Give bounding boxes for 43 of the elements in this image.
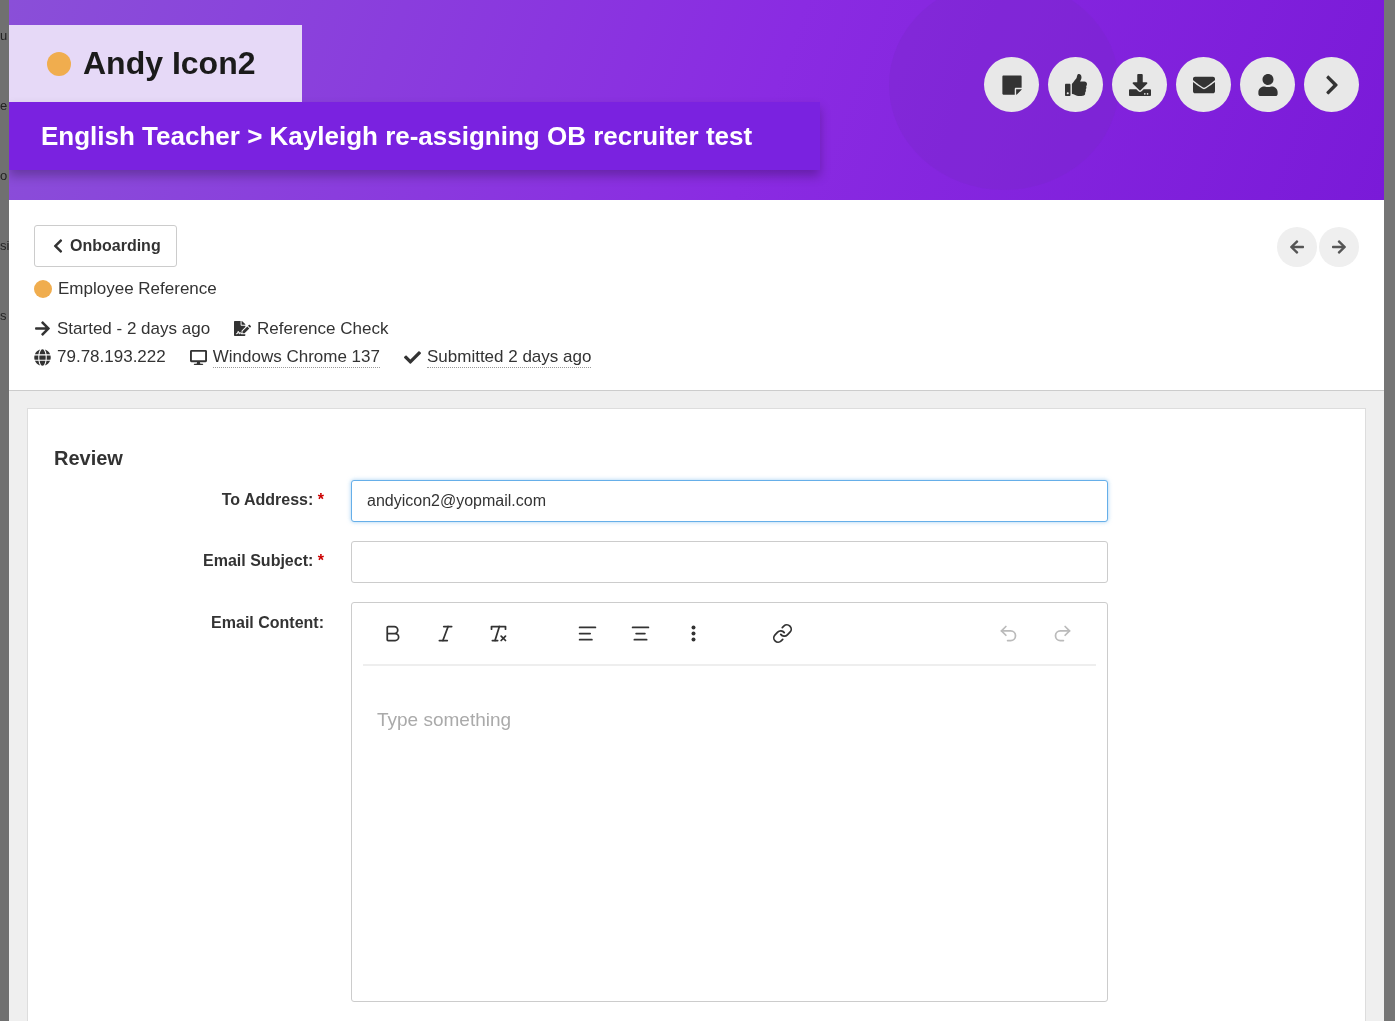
signature-icon bbox=[234, 320, 252, 338]
thumbs-up-icon bbox=[1064, 73, 1087, 96]
field-label: Email Subject: * bbox=[202, 551, 324, 570]
arrow-left-icon bbox=[1289, 238, 1305, 255]
chevron-right-button[interactable] bbox=[1304, 57, 1359, 112]
user-button[interactable] bbox=[1240, 57, 1295, 112]
field-label: Email Content: bbox=[210, 613, 324, 632]
field-label: To Address: * bbox=[220, 490, 324, 509]
status-dot bbox=[47, 51, 71, 76]
note-button[interactable] bbox=[984, 57, 1039, 112]
thumbs-up-button[interactable] bbox=[1048, 57, 1103, 112]
candidate-name: Andy Icon2 bbox=[83, 45, 256, 82]
meta-text: Started - 2 days ago bbox=[57, 318, 211, 339]
user-icon bbox=[1256, 73, 1279, 96]
back-button[interactable]: Onboarding bbox=[34, 224, 177, 267]
text-input[interactable]: andyicon2@yopmail.com bbox=[351, 480, 1108, 522]
background-text: e bbox=[0, 96, 9, 115]
envelope-button[interactable] bbox=[1176, 57, 1231, 112]
check-icon bbox=[403, 348, 421, 366]
next-button[interactable] bbox=[1319, 226, 1359, 267]
background-text: o bbox=[0, 166, 9, 185]
meta-text: Submitted 2 days ago bbox=[426, 346, 592, 368]
meta-text: Reference Check bbox=[257, 318, 389, 339]
stage-label: Employee Reference bbox=[58, 278, 217, 299]
meta-text: 79.78.193.222 bbox=[57, 347, 166, 368]
background-text: u bbox=[0, 26, 9, 45]
arrow-right-icon bbox=[34, 320, 51, 338]
arrow-right-icon bbox=[1331, 238, 1347, 255]
background-text: si bbox=[0, 236, 9, 255]
download-icon bbox=[1128, 73, 1151, 96]
download-button[interactable] bbox=[1112, 57, 1167, 112]
section-title: Review bbox=[54, 447, 124, 470]
meta-text: Windows Chrome 137 bbox=[212, 346, 380, 368]
more-icon bbox=[690, 625, 696, 642]
previous-button[interactable] bbox=[1277, 226, 1317, 267]
breadcrumb-banner: English Teacher > Kayleigh re-assigning OB recruiter test bbox=[9, 102, 820, 170]
text-input[interactable] bbox=[351, 541, 1108, 583]
link-icon bbox=[771, 623, 793, 644]
note-icon bbox=[1000, 73, 1023, 96]
monitor-icon bbox=[189, 348, 207, 366]
globe-icon bbox=[34, 348, 51, 366]
editor-placeholder: Type something bbox=[376, 708, 513, 732]
background-text: s bbox=[0, 306, 8, 325]
